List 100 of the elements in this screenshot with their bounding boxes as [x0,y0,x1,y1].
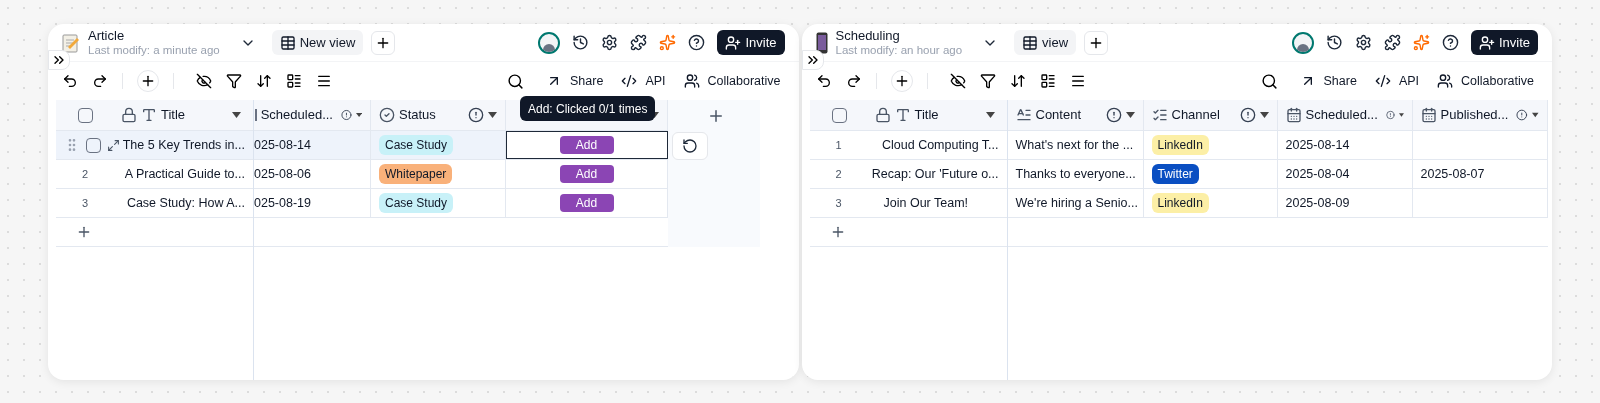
caret-icon[interactable] [985,112,995,118]
history-icon[interactable] [1325,34,1343,51]
tag: LinkedIn [1151,135,1209,155]
view-tab[interactable]: view [1014,30,1077,55]
column-header[interactable]: Channel [1171,105,1220,125]
tag: Case Study [379,193,454,213]
last-modified-text: Last modify: a minute ago [88,42,220,57]
column-header[interactable]: Scheduled... [260,105,333,125]
check-circle-icon [379,107,395,123]
hide-fields-icon[interactable] [949,73,966,89]
table-cell-text: 025-08-19 [254,194,311,212]
redo-icon[interactable] [92,73,108,89]
column-header[interactable]: Scheduled... [1305,105,1378,125]
notepad-icon [62,32,80,53]
puzzle-icon[interactable] [630,34,648,51]
share-button[interactable]: Share [1299,71,1357,91]
undo-icon[interactable] [815,73,832,89]
row-checkbox[interactable] [86,137,101,153]
column-header[interactable]: Status [399,105,436,125]
column-header[interactable]: Title [914,105,939,125]
history-icon[interactable] [572,34,590,51]
invite-button[interactable]: Invite [717,30,785,55]
add-button[interactable]: Add [559,136,614,154]
info-icon[interactable] [468,107,484,123]
table-cell-text: A Practical Guide to... [124,165,245,183]
expand-record-icon[interactable] [107,138,120,152]
users-icon [1437,73,1454,89]
info-icon[interactable] [340,107,352,123]
caret-icon[interactable] [1125,112,1135,118]
avatar[interactable] [538,31,561,54]
collaborative-button[interactable]: Collaborative [1437,71,1534,91]
row-number: 3 [81,195,90,211]
row-height-icon[interactable] [1069,73,1086,89]
api-button[interactable]: API [621,71,666,91]
add-view-button[interactable] [371,30,396,55]
group-icon[interactable] [1039,73,1056,89]
search-icon[interactable] [1260,72,1278,90]
caret-icon[interactable] [355,112,362,118]
info-icon[interactable] [1105,107,1122,123]
restore-button[interactable] [672,131,708,160]
avatar[interactable] [1291,31,1314,54]
caret-icon[interactable] [1532,112,1539,118]
help-icon[interactable] [688,34,706,51]
expand-sidebar-button[interactable] [801,50,824,70]
caret-icon[interactable] [232,112,241,118]
sort-icon[interactable] [256,73,272,89]
column-header[interactable]: Content [1035,105,1082,125]
add-button[interactable]: Add [559,165,614,183]
info-icon[interactable] [1239,107,1256,123]
column-header[interactable]: Title [161,105,186,125]
view-tab[interactable]: New view [271,30,364,55]
select-all-checkbox[interactable] [831,107,847,123]
undo-icon[interactable] [62,73,78,89]
puzzle-icon[interactable] [1383,34,1401,51]
users-icon [683,73,700,89]
help-icon[interactable] [1441,34,1459,51]
select-all-checkbox[interactable] [78,107,93,123]
rotate-left-icon [682,137,698,154]
sparkle-icon[interactable] [1412,34,1430,51]
caret-icon[interactable] [488,112,497,118]
tag: Whitepaper [379,164,453,184]
tag: LinkedIn [1151,193,1209,213]
row-number: 3 [834,195,843,211]
table-cell-text: 2025-08-04 [1285,165,1350,183]
hide-fields-icon[interactable] [196,73,212,89]
table-cell-text: Case Study: How A... [126,194,245,212]
tag: Case Study [379,135,454,155]
group-icon[interactable] [286,73,302,89]
invite-button[interactable]: Invite [1470,30,1538,55]
filter-icon[interactable] [979,73,996,89]
table-cell-text: 2025-08-09 [1285,194,1350,212]
tooltip: Add: Clicked 0/1 times [520,96,656,121]
expand-sidebar-button[interactable] [48,50,70,70]
table-cell-text: 2025-08-07 [1420,165,1485,183]
plus-icon [140,73,156,89]
row-number: 2 [834,166,843,182]
caret-icon[interactable] [1398,112,1404,118]
redo-icon[interactable] [845,73,862,89]
search-icon[interactable] [507,72,524,90]
caret-icon[interactable] [1259,112,1269,118]
settings-icon[interactable] [1354,34,1372,51]
add-view-button[interactable] [1084,30,1109,55]
phone-icon [815,31,828,54]
filter-icon[interactable] [226,73,242,89]
table-cell-text: We're hiring a Senio... [1015,194,1138,212]
lock-icon [874,107,891,123]
settings-icon[interactable] [601,34,619,51]
info-icon[interactable] [1516,107,1528,123]
add-user-icon [725,34,742,51]
share-button[interactable]: Share [546,71,604,91]
add-row-icon[interactable] [76,224,92,240]
add-button[interactable]: Add [559,194,614,212]
column-header[interactable]: Published... [1440,105,1509,125]
row-height-icon[interactable] [316,73,332,89]
code-icon [1374,73,1391,89]
collaborative-button[interactable]: Collaborative [683,71,781,91]
last-modified-text: Last modify: an hour ago [835,43,963,57]
sparkle-icon[interactable] [659,34,677,51]
api-button[interactable]: API [1374,71,1420,91]
sort-icon[interactable] [1009,73,1026,89]
